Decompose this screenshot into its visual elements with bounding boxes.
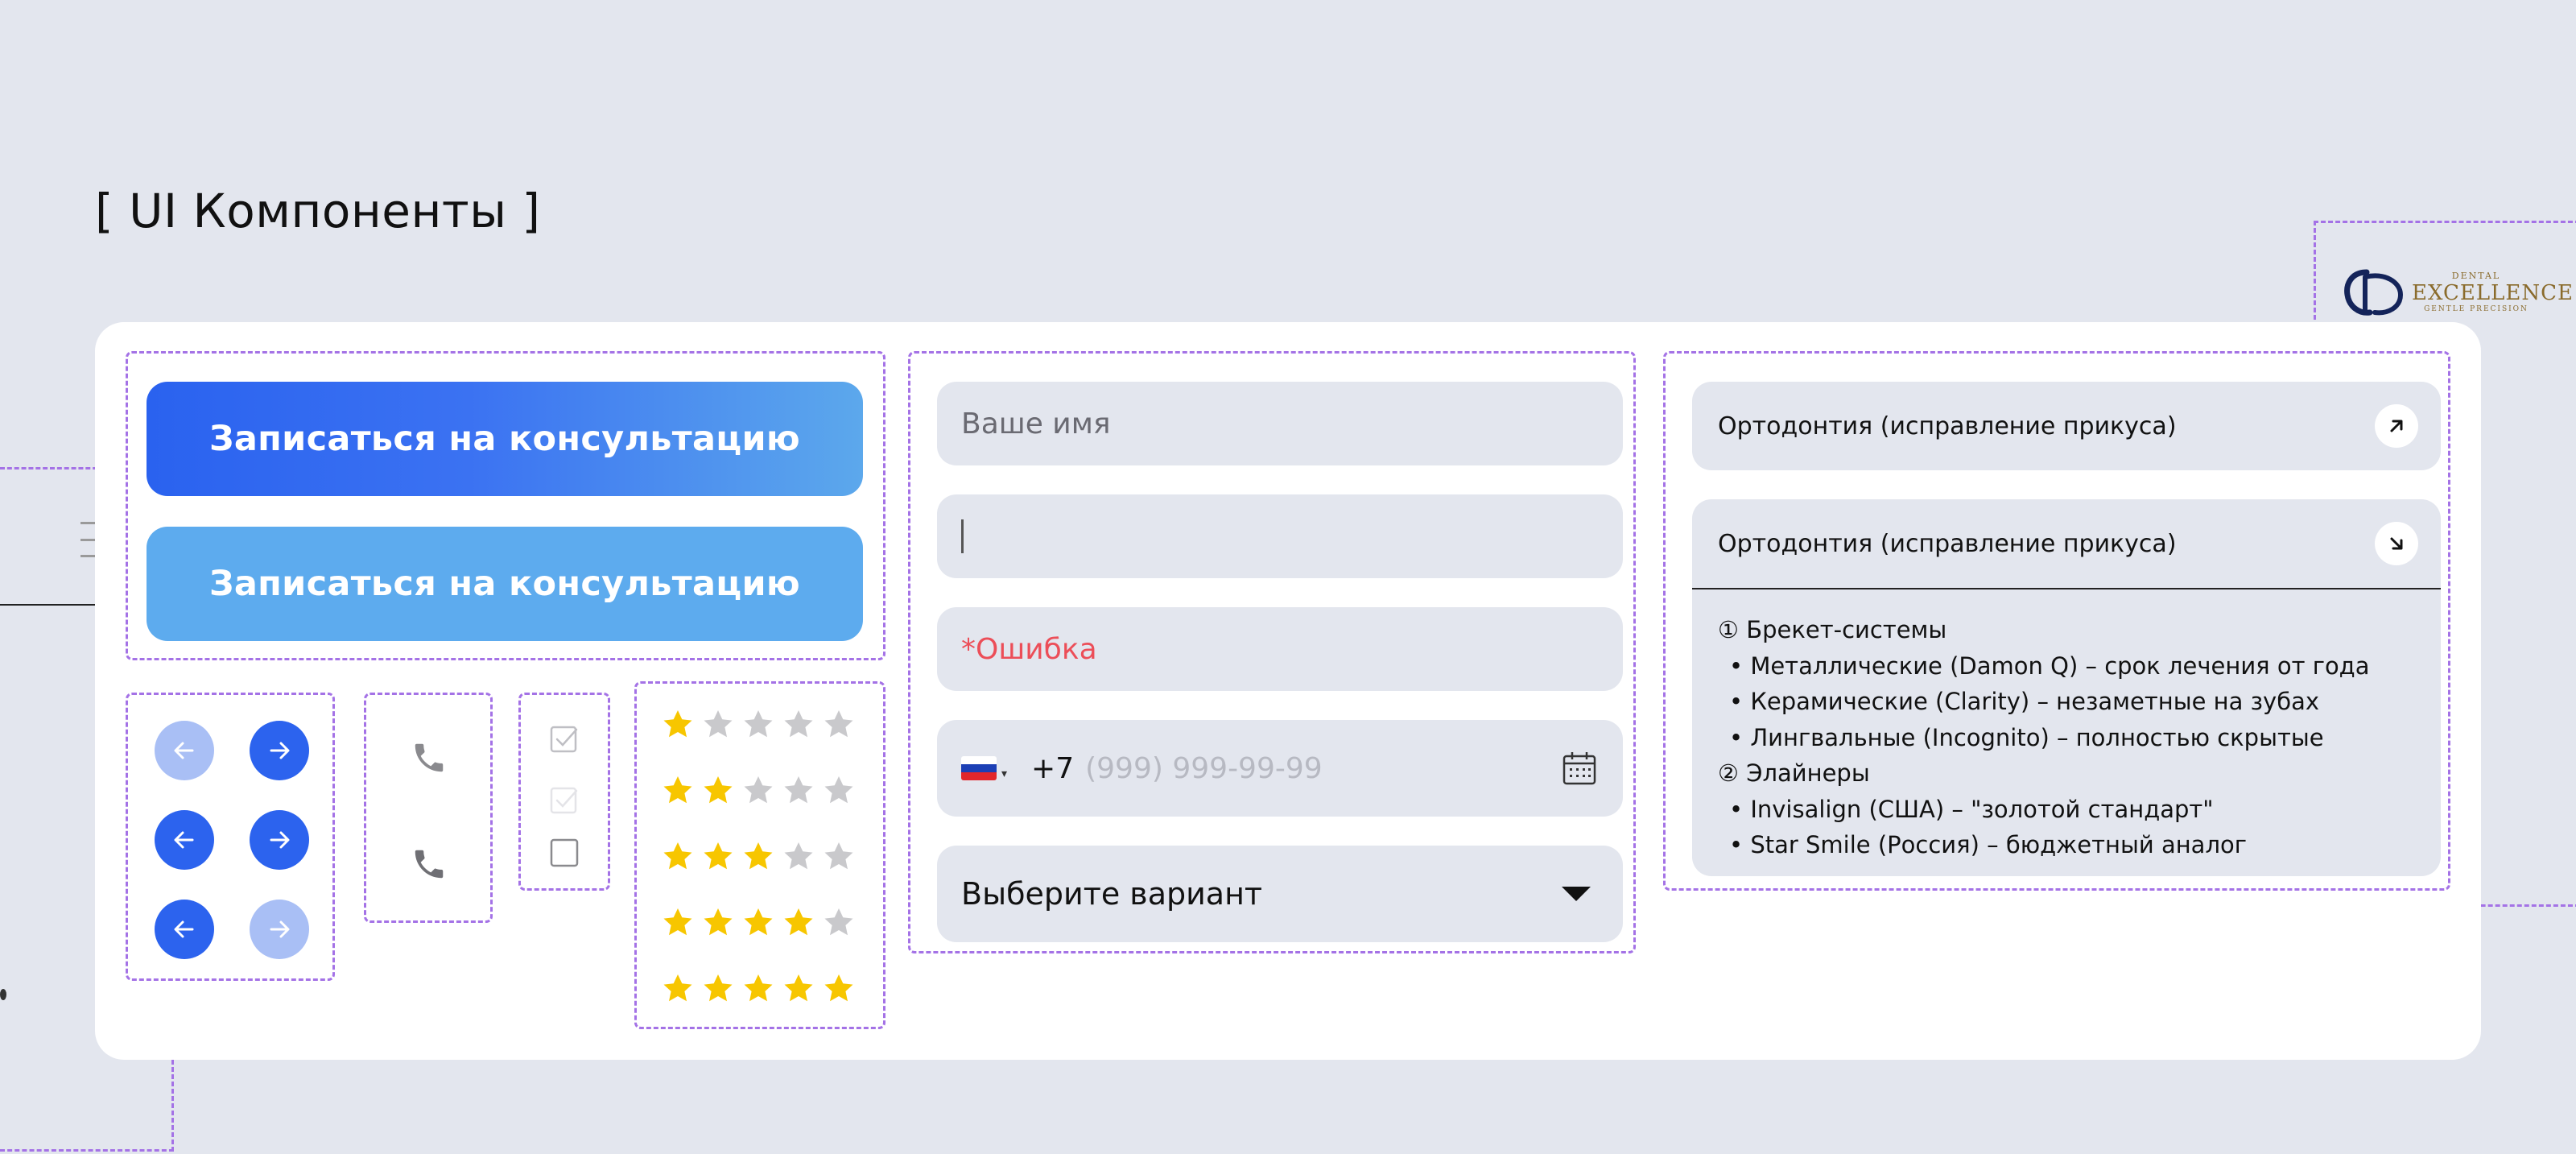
star-empty-icon[interactable]	[823, 907, 855, 939]
arrow-right-icon	[270, 742, 290, 759]
name-input-error[interactable]: *Ошибка	[937, 607, 1623, 691]
star-empty-icon[interactable]	[823, 709, 855, 741]
star-rating-2[interactable]	[662, 775, 855, 813]
accordion-item-title: Ортодонтия (исправление прикуса)	[1718, 412, 2177, 441]
logo-tagline: GENTLE PRECISION	[2424, 305, 2529, 313]
arrow-left-button[interactable]	[155, 900, 214, 959]
phone-icon[interactable]	[411, 739, 448, 776]
select-value: Выберите вариант	[961, 876, 1263, 912]
arrow-right-icon	[270, 831, 290, 849]
star-filled-icon[interactable]	[702, 907, 734, 939]
arrow-down-right-icon	[2390, 537, 2403, 550]
background-divider-left	[0, 604, 105, 606]
error-message: *Ошибка	[961, 632, 1097, 666]
arrow-up-right-icon	[2390, 420, 2403, 432]
accordion-line: • Керамические (Clarity) – незаметные на…	[1729, 688, 2320, 715]
star-filled-icon[interactable]	[662, 973, 694, 1005]
logo-small-text: DENTAL	[2451, 271, 2501, 281]
star-empty-icon[interactable]	[782, 709, 815, 741]
star-filled-icon[interactable]	[662, 841, 694, 873]
accordion-line: • Металлические (Damon Q) – срок лечения…	[1729, 651, 2370, 680]
arrow-right-button[interactable]	[250, 810, 309, 870]
star-empty-icon[interactable]	[823, 841, 855, 873]
phone-country-code: +7	[1031, 751, 1075, 785]
star-filled-icon[interactable]	[662, 907, 694, 939]
checkbox-checked-faded[interactable]	[549, 786, 580, 817]
star-empty-icon[interactable]	[782, 775, 815, 807]
phone-icons-frame	[364, 693, 493, 923]
consultation-button-primary[interactable]: Записаться на консультацию	[147, 382, 863, 496]
expand-button[interactable]	[2375, 404, 2418, 448]
country-chevron-down-icon[interactable]: ▾	[1001, 767, 1007, 780]
star-filled-icon[interactable]	[702, 775, 734, 807]
page-title: [ UI Компоненты ]	[95, 184, 541, 238]
star-filled-icon[interactable]	[823, 973, 855, 1005]
background-dot	[0, 989, 6, 1000]
star-filled-icon[interactable]	[742, 841, 774, 873]
background-frame-left-bottom	[0, 1060, 174, 1152]
star-empty-icon[interactable]	[702, 709, 734, 741]
star-filled-icon[interactable]	[662, 709, 694, 741]
accordion-content: ① Брекет-системы • Металлические (Damon …	[1718, 612, 2426, 863]
star-empty-icon[interactable]	[823, 775, 855, 807]
consultation-button-hover[interactable]: Записаться на консультацию	[147, 527, 863, 641]
phone-icon-hover[interactable]	[411, 846, 448, 883]
accordion-line: • Лингвальные (Incognito) – полностью ск…	[1729, 723, 2324, 751]
accordion-divider	[1692, 588, 2441, 589]
accordion-line: • Star Smile (Россия) – бюджетный аналог	[1729, 831, 2247, 858]
accordion-line: • Invisalign (США) – "золотой стандарт"	[1729, 795, 2214, 823]
collapse-button[interactable]	[2375, 522, 2418, 565]
arrow-left-icon	[174, 742, 194, 759]
arrow-left-icon	[174, 920, 194, 938]
logo-mark-icon	[2344, 269, 2404, 316]
arrow-right-button[interactable]	[250, 721, 309, 780]
star-rating-3[interactable]	[662, 841, 855, 879]
option-select[interactable]: Выберите вариант	[937, 846, 1623, 942]
accordion-line: ① Брекет-системы	[1718, 616, 1947, 643]
arrow-left-button-disabled[interactable]	[155, 721, 214, 780]
star-empty-icon[interactable]	[742, 709, 774, 741]
star-rating-5[interactable]	[662, 973, 855, 1011]
accordion-item-collapsed[interactable]: Ортодонтия (исправление прикуса)	[1692, 382, 2441, 470]
arrow-right-icon	[270, 920, 290, 938]
star-filled-icon[interactable]	[662, 775, 694, 807]
star-rating-4[interactable]	[662, 907, 855, 945]
star-filled-icon[interactable]	[742, 973, 774, 1005]
text-caret	[961, 519, 964, 553]
background-dash-left-top	[0, 467, 105, 469]
star-filled-icon[interactable]	[782, 907, 815, 939]
star-empty-icon[interactable]	[742, 775, 774, 807]
logo-main-text: EXCELLENCE	[2412, 281, 2574, 305]
star-filled-icon[interactable]	[702, 841, 734, 873]
phone-input[interactable]: ▾ +7 (999) 999-99-99	[937, 720, 1623, 817]
checkbox-unchecked[interactable]	[549, 838, 580, 868]
accordion-item-title: Ортодонтия (исправление прикуса)	[1718, 530, 2177, 558]
star-empty-icon[interactable]	[782, 841, 815, 873]
dropdown-caret-icon[interactable]	[1562, 887, 1591, 901]
logo-text: DENTAL EXCELLENCE GENTLE PRECISION	[2412, 271, 2574, 313]
star-filled-icon[interactable]	[742, 907, 774, 939]
arrow-left-icon	[174, 831, 194, 849]
phone-placeholder: (999) 999-99-99	[1085, 751, 1323, 785]
name-input-placeholder: Ваше имя	[961, 407, 1111, 441]
accordion-line: ② Элайнеры	[1718, 759, 1870, 787]
arrow-left-button[interactable]	[155, 810, 214, 870]
name-input-focused[interactable]	[937, 494, 1623, 578]
russia-flag-icon[interactable]	[961, 756, 997, 780]
arrow-right-button-disabled[interactable]	[250, 900, 309, 959]
name-input[interactable]: Ваше имя	[937, 382, 1623, 465]
calendar-icon[interactable]	[1560, 749, 1599, 788]
accordion-item-expanded[interactable]: Ортодонтия (исправление прикуса) ① Бреке…	[1692, 499, 2441, 876]
star-filled-icon[interactable]	[702, 973, 734, 1005]
star-rating-1[interactable]	[662, 709, 855, 747]
checkbox-checked[interactable]	[549, 725, 580, 755]
star-filled-icon[interactable]	[782, 973, 815, 1005]
brand-logo: DENTAL EXCELLENCE GENTLE PRECISION	[2343, 266, 2573, 322]
